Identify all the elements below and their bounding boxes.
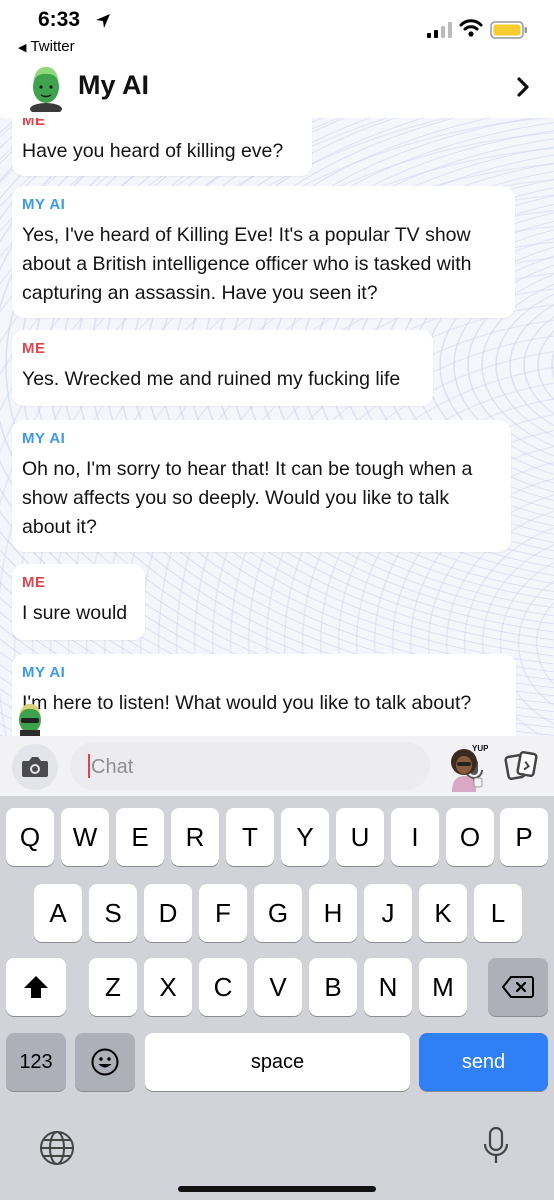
key-w[interactable]: W [61,808,109,866]
message-text: Yes. Wrecked me and ruined my fucking li… [22,368,401,390]
message-bubble: ME Have you heard of killing eve? [12,118,312,176]
shift-key[interactable] [6,958,66,1016]
key-u[interactable]: U [336,808,384,866]
camera-icon [22,757,48,777]
backspace-icon [502,976,534,998]
key-f[interactable]: F [199,884,247,942]
chat-header: My AI [0,62,554,118]
back-app-label: Twitter [30,38,75,55]
delete-key[interactable] [488,958,548,1016]
key-t[interactable]: T [226,808,274,866]
chat-title: My AI [78,70,150,100]
message-sender: ME [22,574,46,591]
status-time: 6:33 [38,8,81,31]
back-to-app-link[interactable]: ◀ Twitter [18,38,75,55]
chat-messages-area[interactable]: ME Have you heard of killing eve? MY AI … [0,118,554,736]
cards-icon[interactable] [503,750,539,782]
key-s[interactable]: S [89,884,137,942]
key-n[interactable]: N [364,958,412,1016]
key-q[interactable]: Q [6,808,54,866]
send-key[interactable]: send [419,1033,548,1091]
key-r[interactable]: R [171,808,219,866]
message-bubble: ME Yes. Wrecked me and ruined my fucking… [12,330,433,406]
message-sender: ME [22,118,46,129]
bitmoji-caption: YUP [472,744,488,753]
key-g[interactable]: G [254,884,302,942]
text-caret [88,754,90,778]
key-m[interactable]: M [419,958,467,1016]
chat-input-bar: Chat YUP [0,736,554,796]
bitmoji-icon: YUP [451,744,489,792]
message-text: I sure would [22,602,128,624]
chat-input[interactable]: Chat [70,742,483,790]
key-z[interactable]: Z [89,958,137,1016]
globe-icon[interactable] [38,1129,76,1167]
key-h[interactable]: H [309,884,357,942]
key-c[interactable]: C [199,958,247,1016]
key-a[interactable]: A [34,884,82,942]
message-bubble: MY AI I'm here to listen! What would you… [12,654,516,736]
key-y[interactable]: Y [281,808,329,866]
key-e[interactable]: E [116,808,164,866]
emoji-icon [91,1048,119,1076]
status-bar: 6:33 ◀ Twitter [0,0,554,62]
emoji-key[interactable] [75,1033,135,1091]
onscreen-keyboard: Q W E R T Y U I O P A S D F G H J K L Z … [0,796,554,1200]
key-x[interactable]: X [144,958,192,1016]
dictation-microphone-icon[interactable] [482,1126,510,1166]
message-bubble: MY AI Oh no, I'm sorry to hear that! It … [12,420,511,552]
shift-icon [24,976,48,998]
key-i[interactable]: I [391,808,439,866]
key-b[interactable]: B [309,958,357,1016]
space-key[interactable]: space [145,1033,410,1091]
key-d[interactable]: D [144,884,192,942]
key-k[interactable]: K [419,884,467,942]
wifi-icon [459,19,483,37]
message-text: Yes, I've heard of Killing Eve! It's a p… [22,224,472,304]
message-sender: MY AI [22,664,66,681]
message-sender: MY AI [22,430,66,447]
message-text: Oh no, I'm sorry to hear that! It can be… [22,458,473,538]
bitmoji-sticker-button[interactable]: YUP [444,742,489,792]
typing-avatar-icon [19,703,41,736]
message-sender: ME [22,340,46,357]
key-j[interactable]: J [364,884,412,942]
key-o[interactable]: O [446,808,494,866]
camera-button[interactable] [12,744,58,790]
message-sender: MY AI [22,196,66,213]
message-bubble: MY AI Yes, I've heard of Killing Eve! It… [12,186,515,318]
message-text: I'm here to listen! What would you like … [22,692,472,714]
key-p[interactable]: P [500,808,548,866]
battery-icon [490,21,527,39]
key-l[interactable]: L [474,884,522,942]
home-indicator [178,1186,376,1192]
back-triangle-icon: ◀ [18,42,27,54]
message-bubble: ME I sure would [12,564,145,640]
chevron-right-icon[interactable] [513,76,533,98]
cellular-signal-icon [427,22,452,38]
chat-input-placeholder: Chat [91,756,134,778]
numbers-key[interactable]: 123 [6,1033,66,1091]
my-ai-avatar[interactable] [22,62,70,112]
location-arrow-icon [96,14,110,28]
message-text: Have you heard of killing eve? [22,140,284,162]
key-v[interactable]: V [254,958,302,1016]
